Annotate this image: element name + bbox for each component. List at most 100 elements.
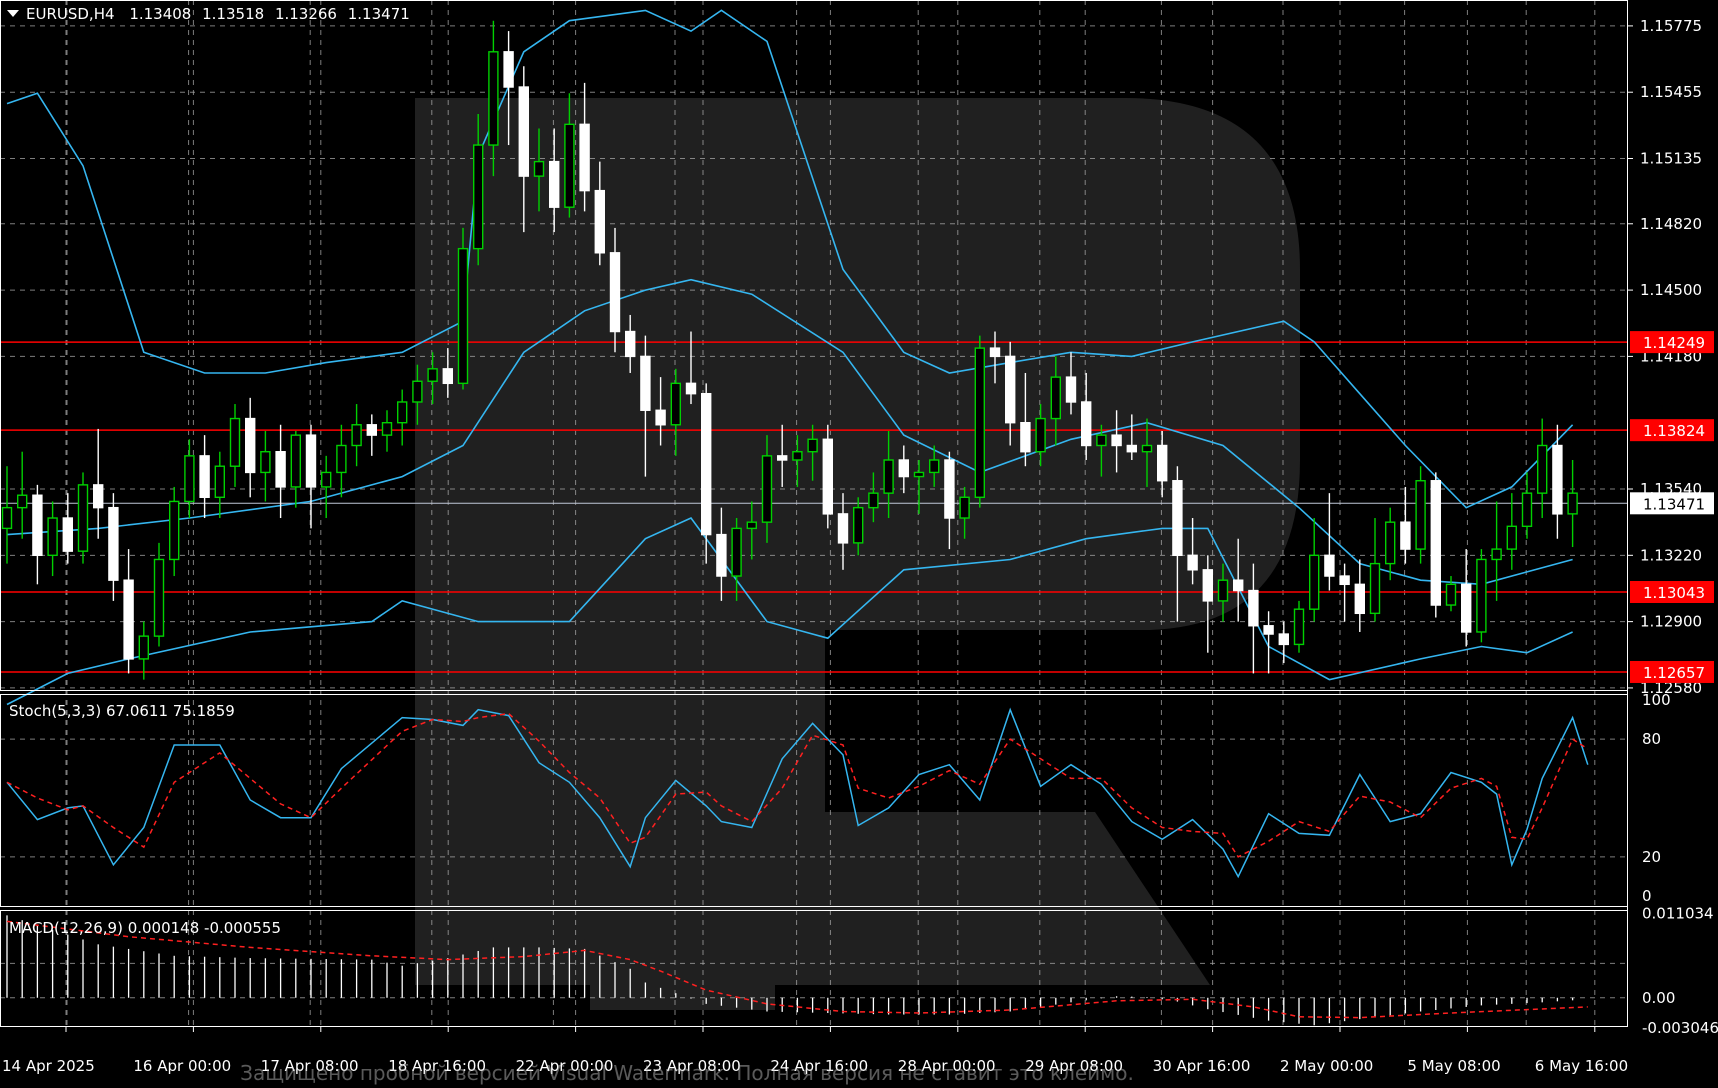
- price-tick-label: 1.14820: [1640, 215, 1702, 233]
- time-tick-label: 5 May 08:00: [1407, 1057, 1500, 1075]
- macd-tick-label: 0.00: [1642, 989, 1675, 1007]
- bull-candle-body: [1, 506, 13, 530]
- bull-candle-body: [138, 635, 150, 660]
- bear-candle-body: [609, 252, 621, 333]
- bull-candle-body: [457, 247, 469, 385]
- bear-candle-body: [685, 382, 697, 395]
- bear-candle-body: [1020, 422, 1031, 453]
- bear-candle-body: [518, 86, 529, 177]
- bull-candle-body: [412, 380, 423, 403]
- bull-candle-body: [1369, 562, 1381, 615]
- bull-candle-body: [746, 521, 757, 530]
- bull-candle-body: [321, 471, 332, 488]
- bear-candle-body: [579, 123, 590, 192]
- bear-candle-body: [625, 330, 636, 358]
- bear-candle-body: [837, 513, 849, 544]
- trading-chart: 1.157751.154551.151351.148201.145001.141…: [0, 0, 1718, 1088]
- bull-candle-body: [77, 484, 89, 552]
- ohlc-open: 1.13408: [129, 5, 191, 23]
- bear-candle-body: [1278, 633, 1290, 646]
- bull-candle-body: [1445, 583, 1457, 606]
- macd-title: MACD(12,26,9) 0.000148 -0.000555: [9, 919, 281, 937]
- bull-candle-body: [731, 527, 742, 577]
- stoch-tick-label: 0: [1642, 887, 1652, 905]
- bull-candle-body: [260, 451, 271, 474]
- bear-candle-body: [777, 455, 788, 461]
- bear-candle-body: [1172, 480, 1183, 557]
- bull-candle-body: [1521, 492, 1533, 528]
- bear-candle-body: [1005, 355, 1016, 424]
- trial-watermark-text: Защищено пробной версией Visual Watermar…: [240, 1061, 1134, 1085]
- bull-candle-body: [214, 465, 226, 498]
- bear-candle-body: [244, 417, 256, 474]
- stoch-tick-label: 20: [1642, 848, 1661, 866]
- bear-candle-body: [305, 434, 317, 488]
- bull-candle-body: [336, 444, 347, 474]
- time-tick-label: 30 Apr 16:00: [1153, 1057, 1251, 1075]
- bear-candle-body: [640, 355, 651, 411]
- ohlc-low: 1.13266: [275, 5, 337, 23]
- bear-candle-body: [62, 517, 73, 552]
- bull-candle-body: [1536, 444, 1548, 494]
- bear-candle-body: [1339, 575, 1350, 586]
- bear-candle-body: [108, 506, 119, 581]
- bull-candle-body: [1476, 558, 1487, 633]
- level-price-label: 1.13043: [1643, 584, 1705, 602]
- bear-candle-body: [822, 438, 833, 515]
- bear-candle-body: [366, 424, 377, 436]
- price-tick-label: 1.15135: [1640, 150, 1702, 168]
- bull-candle-body: [488, 51, 499, 146]
- bear-candle-body: [32, 494, 43, 557]
- bull-candle-body: [1096, 434, 1107, 447]
- price-tick-label: 1.15775: [1640, 17, 1702, 35]
- bear-candle-body: [1460, 583, 1472, 633]
- price-tick-label: 1.15455: [1640, 83, 1702, 101]
- ohlc-close: 1.13471: [348, 5, 410, 23]
- bear-candle-body: [1065, 376, 1077, 403]
- level-price-label: 1.13824: [1643, 422, 1705, 440]
- bull-candle-body: [959, 496, 970, 519]
- bear-candle-body: [898, 459, 909, 478]
- bull-candle-body: [761, 455, 773, 523]
- bear-candle-body: [1080, 401, 1092, 447]
- stoch-tick-label: 100: [1642, 691, 1671, 709]
- price-tick-label: 1.13220: [1640, 546, 1702, 564]
- bear-candle-body: [1248, 589, 1259, 627]
- bear-candle-body: [1187, 554, 1198, 571]
- bull-candle-body: [807, 438, 818, 453]
- bear-candle-body: [549, 160, 560, 208]
- bear-candle-body: [123, 579, 134, 660]
- time-tick-label: 2 May 00:00: [1280, 1057, 1373, 1075]
- bull-candle-body: [1035, 417, 1046, 453]
- bull-candle-body: [533, 160, 545, 177]
- time-tick-label: 16 Apr 00:00: [133, 1057, 231, 1075]
- bull-candle-body: [913, 471, 925, 478]
- bull-candle-body: [929, 459, 940, 474]
- bear-candle-body: [1202, 569, 1214, 602]
- bear-candle-body: [944, 459, 955, 519]
- bull-candle-body: [153, 558, 165, 637]
- bear-candle-body: [701, 392, 712, 536]
- bear-candle-body: [1354, 583, 1366, 615]
- time-tick-label: 6 May 16:00: [1535, 1057, 1628, 1075]
- price-tick-label: 1.12900: [1640, 613, 1702, 631]
- macd-tick-label: -0.003046: [1642, 1019, 1718, 1037]
- bull-candle-body: [1384, 521, 1396, 565]
- bear-candle-body: [1126, 444, 1138, 453]
- bear-candle-body: [1324, 554, 1335, 577]
- ohlc-high: 1.13518: [202, 5, 264, 23]
- bull-candle-body: [397, 401, 408, 424]
- bear-candle-body: [1156, 444, 1168, 482]
- time-tick-label: 14 Apr 2025: [2, 1057, 95, 1075]
- bull-candle-body: [1506, 525, 1518, 550]
- bull-candle-body: [1293, 608, 1305, 646]
- main-title: EURUSD,H4 1.13408 1.13518 1.13266 1.1347…: [26, 5, 410, 23]
- bear-candle-body: [199, 455, 210, 498]
- bear-candle-body: [1263, 625, 1274, 635]
- symbol-timeframe: EURUSD,H4: [26, 5, 115, 23]
- macd-tick-label: 0.011034: [1642, 905, 1714, 923]
- bear-candle-body: [1232, 579, 1244, 592]
- bull-candle-body: [184, 455, 195, 503]
- bull-candle-body: [883, 459, 894, 494]
- bull-candle-body: [168, 500, 180, 561]
